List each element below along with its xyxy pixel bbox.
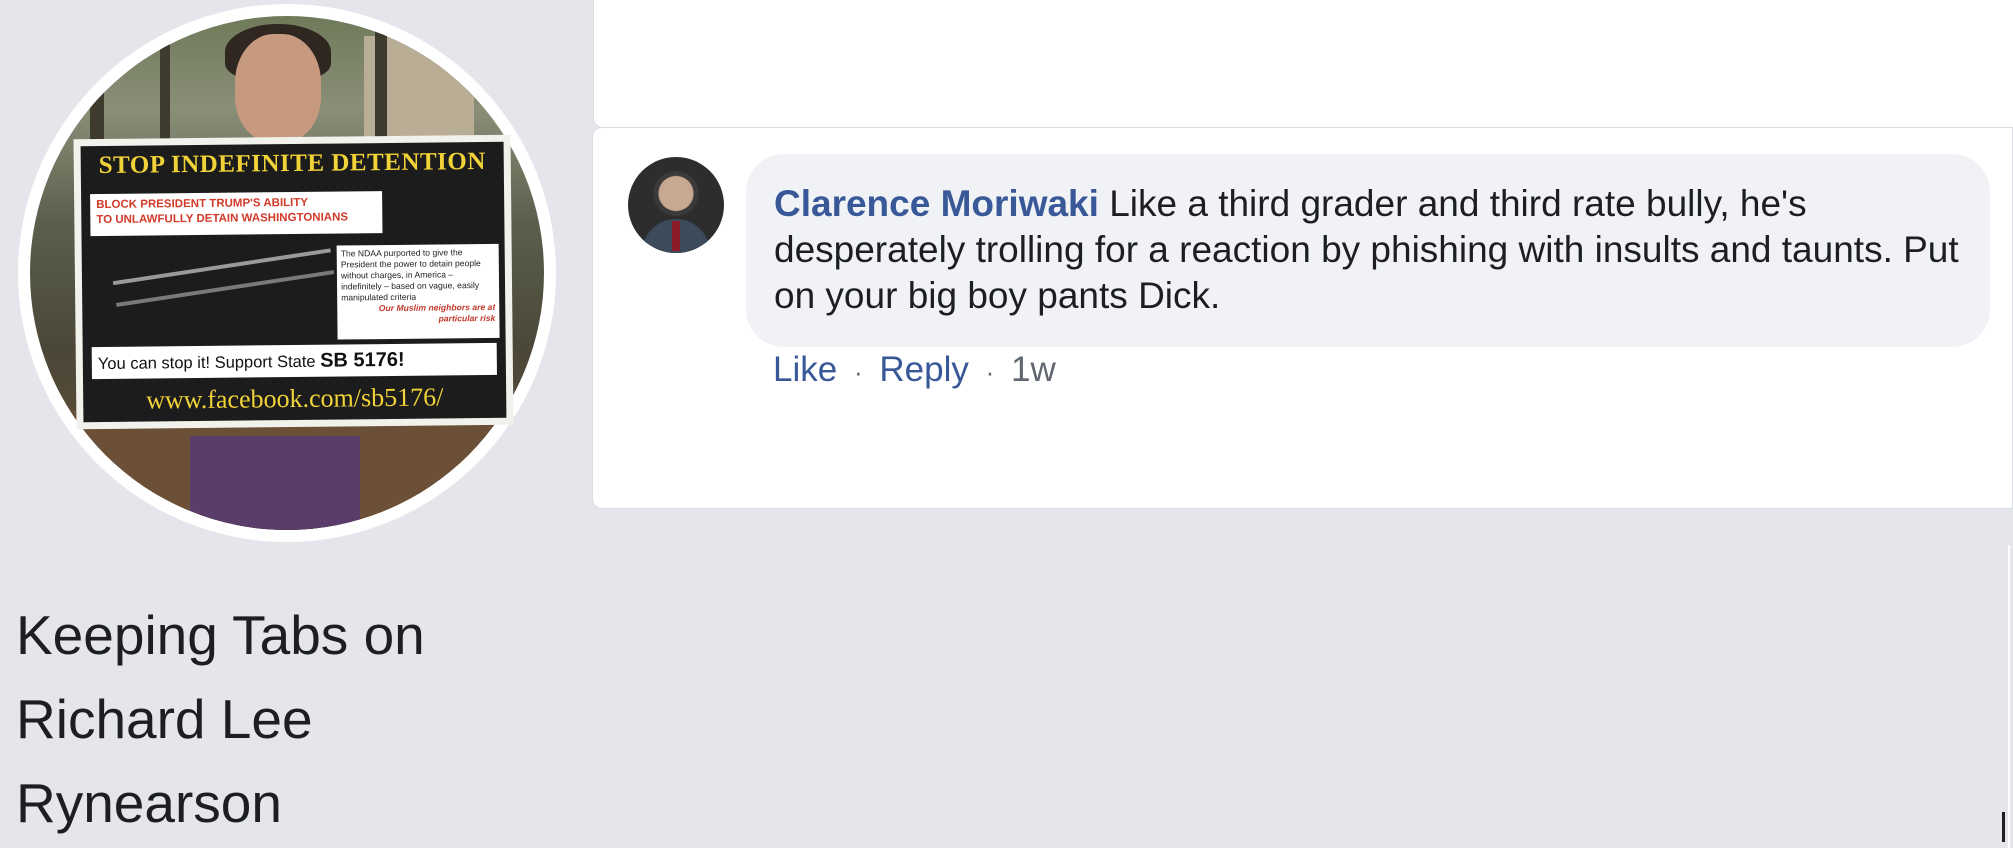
comment-actions: Like · Reply · 1w <box>773 350 1056 390</box>
separator-dot: · <box>853 357 863 387</box>
sign-title: STOP INDEFINITE DETENTION <box>98 147 486 180</box>
avatar-tie <box>672 221 680 251</box>
photo-person-face <box>235 34 321 142</box>
comment-bubble: Clarence Moriwaki Like a third grader an… <box>746 154 1990 347</box>
reply-link[interactable]: Reply <box>879 350 968 389</box>
post-panel <box>593 0 2013 128</box>
sign-block-text: BLOCK PRESIDENT TRUMP'S ABILITY TO UNLAW… <box>90 191 383 237</box>
page-profile-picture[interactable]: STOP INDEFINITE DETENTION BLOCK PRESIDEN… <box>18 4 556 542</box>
like-link[interactable]: Like <box>773 350 837 389</box>
page-title-line: Rynearson <box>16 772 282 834</box>
sign-notes: The NDAA purported to give the President… <box>336 243 500 340</box>
avatar[interactable] <box>628 157 724 253</box>
page-title[interactable]: Keeping Tabs on Richard Lee Rynearson <box>16 593 476 845</box>
sign-call-to-action: You can stop it! Support State SB 5176! <box>91 342 497 380</box>
comment-author-link[interactable]: Clarence Moriwaki <box>774 183 1099 224</box>
sign-url: www.facebook.com/sb5176/ <box>145 382 444 415</box>
text-cursor <box>2002 812 2005 842</box>
photo-person-shirt <box>190 436 360 530</box>
separator-dot: · <box>985 357 995 387</box>
comment-timestamp[interactable]: 1w <box>1011 350 1056 389</box>
divider <box>2008 545 2010 848</box>
barbed-wire-graphic <box>112 248 331 286</box>
sign-bill-number: SB 5176! <box>320 348 405 372</box>
protest-sign: STOP INDEFINITE DETENTION BLOCK PRESIDEN… <box>73 134 514 430</box>
page-title-line: Keeping Tabs on <box>16 604 425 666</box>
page-title-line: Richard Lee <box>16 688 313 750</box>
